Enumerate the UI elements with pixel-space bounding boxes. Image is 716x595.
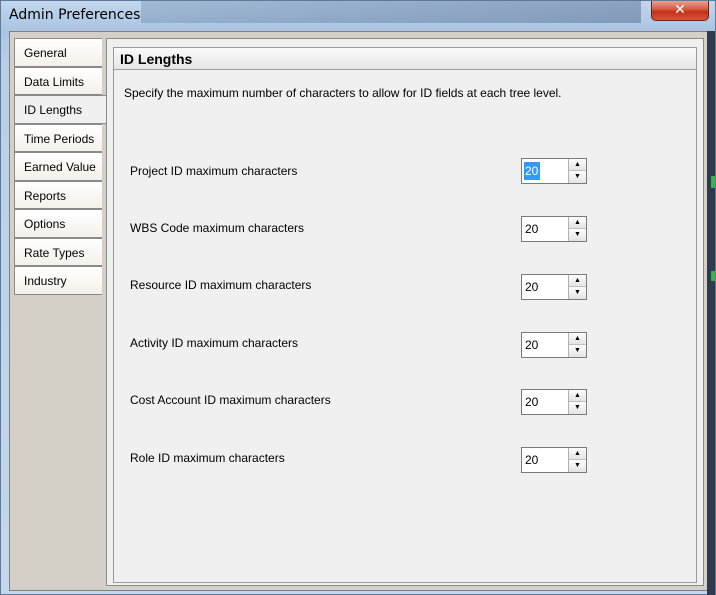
spin-buttons: ▲ ▼ <box>568 275 586 299</box>
activity-id-input[interactable] <box>524 336 564 354</box>
spin-buttons: ▲ ▼ <box>568 448 586 472</box>
project-id-input[interactable] <box>524 162 540 180</box>
tab-time-periods[interactable]: Time Periods <box>14 123 102 152</box>
cost-account-id-spinner[interactable]: ▲ ▼ <box>521 389 587 415</box>
title-bar[interactable]: Admin Preferences ✕ <box>1 1 715 31</box>
spin-buttons: ▲ ▼ <box>568 159 586 183</box>
spin-up-icon[interactable]: ▲ <box>569 159 586 171</box>
tab-label: Reports <box>24 188 67 203</box>
id-lengths-group: ID Lengths Specify the maximum number of… <box>113 47 697 583</box>
spin-down-icon[interactable]: ▼ <box>569 229 586 241</box>
spin-down-icon[interactable]: ▼ <box>569 460 586 472</box>
activity-id-label: Activity ID maximum characters <box>130 336 299 350</box>
spin-up-icon[interactable]: ▲ <box>569 390 586 402</box>
role-id-label: Role ID maximum characters <box>130 451 285 465</box>
tab-label: Options <box>24 217 66 231</box>
wbs-code-input[interactable] <box>524 220 564 238</box>
resource-id-label: Resource ID maximum characters <box>130 278 312 292</box>
spin-up-icon[interactable]: ▲ <box>569 333 586 345</box>
resource-id-input[interactable] <box>524 278 564 296</box>
id-lengths-panel: ID Lengths Specify the maximum number of… <box>106 38 704 586</box>
tab-label: ID Lengths <box>24 103 83 117</box>
spin-down-icon[interactable]: ▼ <box>569 402 586 414</box>
role-id-input[interactable] <box>524 451 564 469</box>
spin-buttons: ▲ ▼ <box>568 390 586 414</box>
background-window-edge <box>707 31 715 595</box>
tab-options[interactable]: Options <box>14 209 102 238</box>
edge-marker <box>711 176 715 188</box>
tab-label: Industry <box>24 274 67 288</box>
panel-title: ID Lengths <box>114 48 696 70</box>
panel-description: Specify the maximum number of characters… <box>124 86 562 100</box>
resource-id-spinner[interactable]: ▲ ▼ <box>521 274 587 300</box>
tab-rate-types[interactable]: Rate Types <box>14 237 102 266</box>
tab-industry[interactable]: Industry <box>14 266 102 295</box>
spin-down-icon[interactable]: ▼ <box>569 345 586 357</box>
tab-general[interactable]: General <box>14 38 102 67</box>
cost-account-id-input[interactable] <box>524 393 564 411</box>
tab-label: Data Limits <box>24 74 85 89</box>
spin-buttons: ▲ ▼ <box>568 217 586 241</box>
preference-tabs: General Data Limits ID Lengths Time Peri… <box>14 38 106 295</box>
tab-data-limits[interactable]: Data Limits <box>14 66 102 95</box>
cost-account-id-label: Cost Account ID maximum characters <box>130 393 331 407</box>
tab-label: Earned Value <box>24 160 96 174</box>
wbs-code-label: WBS Code maximum characters <box>130 221 305 235</box>
spin-down-icon[interactable]: ▼ <box>569 287 586 299</box>
activity-id-spinner[interactable]: ▲ ▼ <box>521 332 587 358</box>
wbs-code-spinner[interactable]: ▲ ▼ <box>521 216 587 242</box>
project-id-spinner[interactable]: ▲ ▼ <box>521 158 587 184</box>
tab-label: Time Periods <box>24 131 95 146</box>
tab-label: General <box>24 46 67 60</box>
role-id-spinner[interactable]: ▲ ▼ <box>521 447 587 473</box>
tab-earned-value[interactable]: Earned Value <box>14 152 102 181</box>
spin-buttons: ▲ ▼ <box>568 333 586 357</box>
close-button[interactable]: ✕ <box>651 1 709 21</box>
tab-reports[interactable]: Reports <box>14 180 102 209</box>
project-id-label: Project ID maximum characters <box>130 164 298 178</box>
spin-up-icon[interactable]: ▲ <box>569 275 586 287</box>
background-window-strip <box>141 1 641 23</box>
spin-down-icon[interactable]: ▼ <box>569 171 586 183</box>
edge-marker <box>711 271 715 281</box>
window-title: Admin Preferences <box>9 7 141 23</box>
spin-up-icon[interactable]: ▲ <box>569 448 586 460</box>
dialog-client-area: General Data Limits ID Lengths Time Peri… <box>9 31 709 591</box>
tab-label: Rate Types <box>24 245 85 260</box>
admin-preferences-window: Admin Preferences ✕ General Data Limits … <box>0 0 716 595</box>
tab-id-lengths[interactable]: ID Lengths <box>14 95 106 124</box>
spin-up-icon[interactable]: ▲ <box>569 217 586 229</box>
